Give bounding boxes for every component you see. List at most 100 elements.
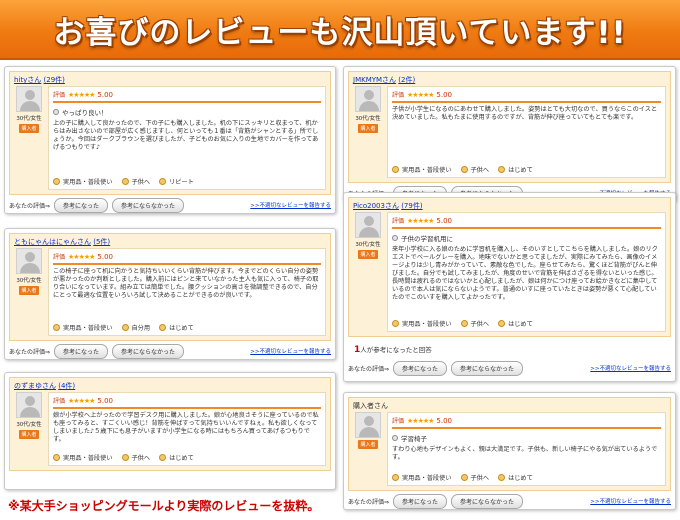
tag-purchase-type: はじめて [508, 321, 533, 328]
purchase-type-icon [498, 474, 506, 481]
header-banner: お喜びのレビューも沢山頂いています!! [0, 0, 680, 60]
usage-icon [392, 474, 399, 481]
report-review-link[interactable]: >>不適切なレビューを報告する [250, 201, 331, 209]
user-age-gender: 30代/女性 [355, 116, 381, 122]
review-content: 評価 ★★★★★ 5.00 この椅子に座って机に向かうと気持ちいいくらい背筋が伸びま… [48, 248, 326, 336]
tag-purchase-type: リピート [169, 179, 194, 186]
rating-score: 5.00 [97, 252, 113, 261]
reviewer-name-link[interactable]: hityさん [14, 76, 41, 84]
tag-purchase-type: はじめて [169, 455, 194, 462]
purchase-type-icon [159, 324, 167, 331]
report-review-link[interactable]: >>不適切なレビューを報告する [250, 347, 331, 355]
review-title: 学習椅子 [401, 435, 427, 443]
reviewer-name-link[interactable]: のずまゆさん [14, 382, 56, 390]
review-card: Pico2003さん (79件) 30代/女性 購入者 評価 ★★★★★ 5.00 … [343, 192, 676, 382]
review-tags: 実用品・普段使い 子供へ はじめて [53, 453, 194, 462]
rating-score: 5.00 [97, 90, 113, 99]
tag-purchase-type: はじめて [169, 325, 194, 332]
purchase-type-icon [159, 454, 167, 461]
reviewer-name-link[interactable]: ともにゃんはにゃんさん [14, 238, 91, 246]
review-content: 評価 ★★★★★ 5.00 子供が小学生になるのにあわせて購入しました。姿勢はとても… [387, 86, 666, 178]
review-count-link[interactable]: (29件) [44, 76, 65, 84]
star-rating-icon: ★★★★★ [68, 252, 95, 261]
tag-usage: 実用品・普段使い [402, 475, 452, 482]
buyer-badge: 購入者 [19, 286, 39, 295]
avatar [355, 412, 381, 438]
tag-usage: 実用品・普段使い [402, 167, 452, 174]
rating-score: 5.00 [436, 216, 452, 225]
recipient-icon [460, 474, 468, 481]
avatar [355, 86, 381, 112]
review-tags: 実用品・普段使い 子供へ リピート [53, 177, 194, 186]
helpful-count-text: 人が参考になったと回答 [360, 346, 432, 354]
review-body: Pico2003さん (79件) 30代/女性 購入者 評価 ★★★★★ 5.00 … [348, 197, 671, 337]
review-title-icon [392, 235, 398, 241]
review-tags: 実用品・普段使い 子供へ はじめて [392, 319, 533, 328]
tag-usage: 実用品・普段使い [402, 321, 452, 328]
review-body: hityさん (29件) 30代/女性 購入者 評価 ★★★★★ 5.00 やっぱり… [9, 71, 331, 195]
purchase-type-icon [498, 166, 506, 173]
helpful-button[interactable]: 参考になった [393, 360, 448, 376]
star-rating-icon: ★★★★★ [407, 90, 434, 99]
review-count-link[interactable]: (79件) [401, 202, 422, 210]
rating-score: 5.00 [436, 416, 452, 425]
star-rating-icon: ★★★★★ [68, 396, 95, 405]
rating-label: 評価 [392, 418, 405, 425]
review-eval-bar: あなたの評価⇒ 参考になった 参考にならなかった >>不適切なレビューを報告する [9, 343, 331, 359]
buyer-badge: 購入者 [358, 124, 378, 133]
review-card: JMKMYMさん (2件) 30代/女性 購入者 評価 ★★★★★ 5.00 子供が… [343, 66, 676, 202]
reviewer-name-link[interactable]: Pico2003さん [353, 202, 399, 210]
review-eval-bar: あなたの評価⇒ 参考になった 参考にならなかった >>不適切なレビューを報告する [9, 197, 331, 213]
review-title-icon [392, 435, 398, 441]
tag-recipient: 子供へ [470, 475, 490, 482]
review-count-link[interactable]: (5件) [93, 238, 110, 246]
buyer-badge: 購入者 [358, 250, 378, 259]
avatar [355, 212, 381, 238]
reviewer-name-link[interactable]: JMKMYMさん [353, 76, 396, 84]
reviewer-name: 購入者さん [353, 402, 388, 410]
helpful-button[interactable]: 参考になった [393, 493, 448, 509]
review-body: JMKMYMさん (2件) 30代/女性 購入者 評価 ★★★★★ 5.00 子供が… [348, 71, 671, 183]
user-age-gender: 30代/女性 [16, 278, 42, 284]
report-review-link[interactable]: >>不適切なレビューを報告する [590, 497, 671, 505]
helpful-count: 1人が参考になったと回答 [354, 344, 432, 355]
report-review-link[interactable]: >>不適切なレビューを報告する [590, 364, 671, 372]
review-count-link[interactable]: (4件) [58, 382, 75, 390]
tag-usage: 実用品・普段使い [63, 325, 113, 332]
not-helpful-button[interactable]: 参考にならなかった [451, 360, 524, 376]
avatar [16, 392, 42, 418]
helpful-button[interactable]: 参考になった [54, 343, 109, 359]
recipient-icon [121, 454, 129, 461]
not-helpful-button[interactable]: 参考にならなかった [112, 197, 185, 213]
your-eval-label: あなたの評価⇒ [348, 498, 390, 506]
review-text: 来年小学校に入る娘のために学習机を購入し、そのいすとしてこちらを購入しました。娘… [392, 246, 658, 301]
purchase-type-icon [498, 320, 506, 327]
review-tags: 実用品・普段使い 自分用 はじめて [53, 323, 194, 332]
review-card: のずまゆさん (4件) 30代/女性 購入者 評価 ★★★★★ 5.00 娘が小学校… [4, 372, 336, 490]
review-text: この椅子に座って机に向かうと気持ちいいくらい背筋が伸びます。今までどのくらい自分… [53, 268, 319, 299]
review-body: ともにゃんはにゃんさん (5件) 30代/女性 購入者 評価 ★★★★★ 5.00 … [9, 233, 331, 341]
recipient-icon [460, 320, 468, 327]
purchase-type-icon [159, 178, 167, 185]
review-content: 評価 ★★★★★ 5.00 学習椅子 すわり心地もデザインもよく、親は大満足です。子… [387, 412, 666, 486]
review-text: すわり心地もデザインもよく、親は大満足です。子供も、新しい椅子にやる気が出ている… [392, 446, 658, 461]
helpful-button[interactable]: 参考になった [54, 197, 109, 213]
tag-recipient: 子供へ [131, 179, 151, 186]
recipient-icon [121, 324, 129, 331]
tag-usage: 実用品・普段使い [63, 179, 113, 186]
rating-label: 評価 [392, 218, 405, 225]
avatar [16, 248, 42, 274]
rating-label: 評価 [392, 92, 405, 99]
usage-icon [53, 454, 60, 461]
review-count-link[interactable]: (2件) [398, 76, 415, 84]
not-helpful-button[interactable]: 参考にならなかった [112, 343, 185, 359]
review-title: やっぱり良い！ [62, 109, 108, 117]
buyer-badge: 購入者 [19, 430, 39, 439]
user-age-gender: 30代/女性 [16, 116, 42, 122]
tag-recipient: 自分用 [131, 325, 151, 332]
source-footnote: ※某大手ショッピングモールより実際のレビューを抜粋。 [8, 499, 320, 513]
tag-purchase-type: はじめて [508, 475, 533, 482]
not-helpful-button[interactable]: 参考にならなかった [451, 493, 524, 509]
usage-icon [53, 324, 60, 331]
recipient-icon [121, 178, 129, 185]
